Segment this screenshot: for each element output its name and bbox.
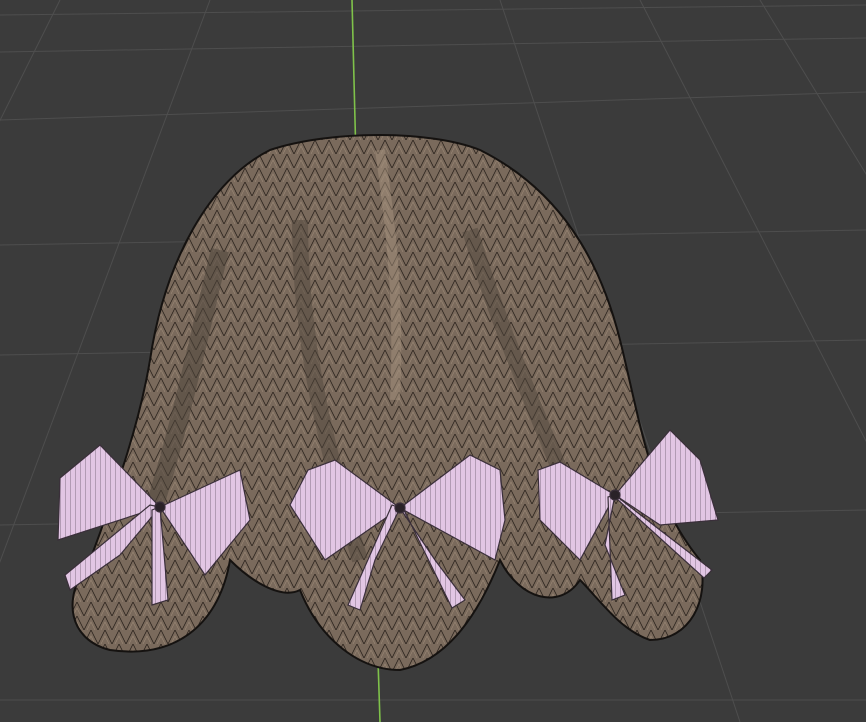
bow-left-knot [154, 501, 166, 513]
bow-right-knot [609, 489, 621, 501]
bow-middle-knot [394, 502, 406, 514]
y-axis-line-lower [377, 659, 381, 722]
3d-viewport[interactable] [0, 0, 866, 722]
viewport-canvas[interactable] [0, 0, 866, 722]
